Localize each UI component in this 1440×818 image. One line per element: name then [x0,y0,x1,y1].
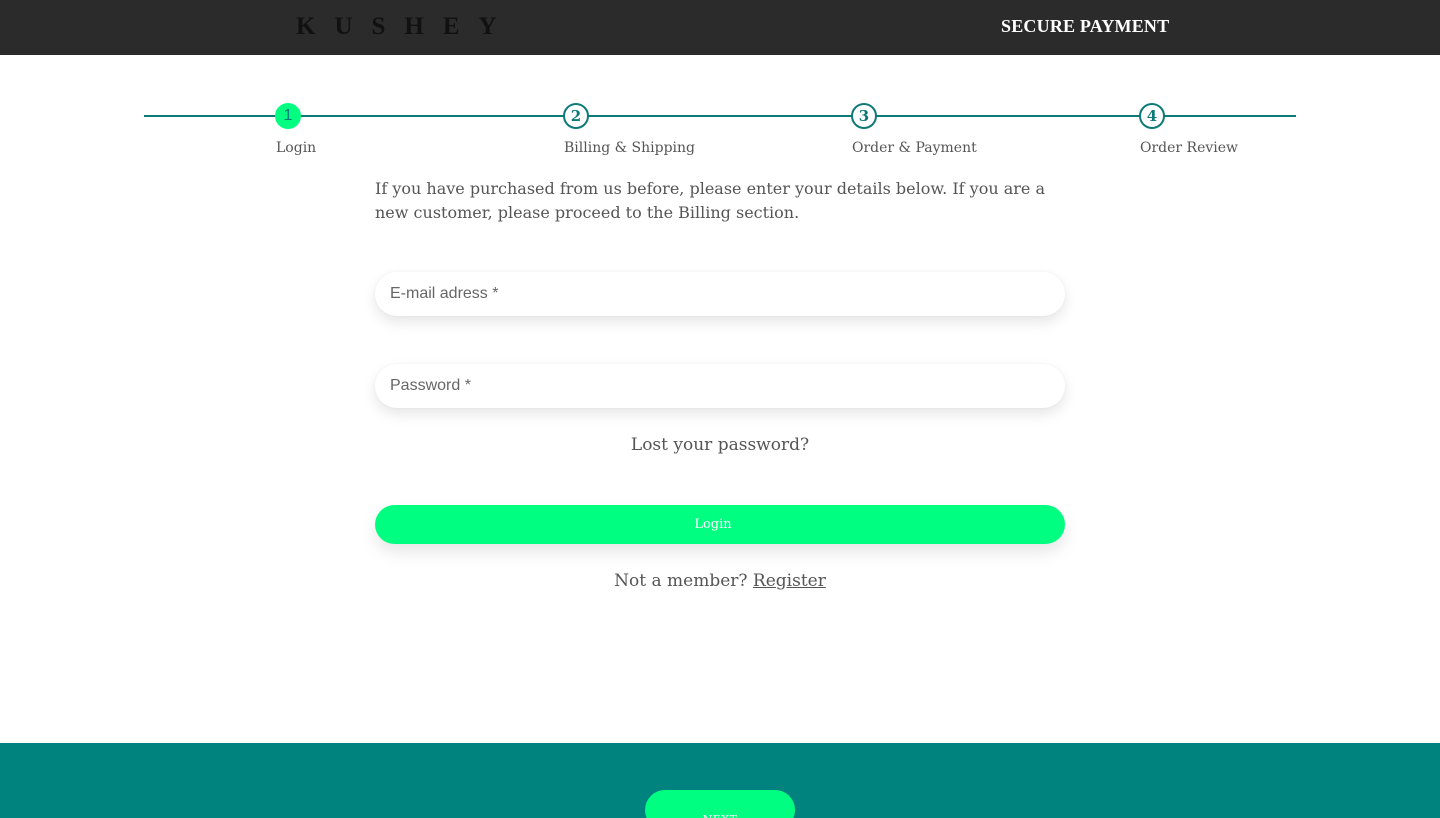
step-1-label[interactable]: Login [276,139,316,157]
progress-line [144,115,1296,117]
register-prompt: Not a member? Register [0,570,1440,592]
lost-password-row: Lost your password? [0,434,1440,456]
brand-logo[interactable]: KUSHEY [296,12,516,42]
top-header: KUSHEY SECURE PAYMENT [0,0,1440,55]
step-2-label[interactable]: Billing & Shipping [564,139,695,157]
login-intro-text: If you have purchased from us before, pl… [375,179,1046,222]
email-field[interactable] [375,272,1065,316]
step-4-label[interactable]: Order Review [1140,139,1238,157]
secure-payment-label: SECURE PAYMENT [1001,16,1170,36]
not-member-text: Not a member? [614,571,748,591]
password-field[interactable] [375,364,1065,408]
login-button[interactable]: Login [375,505,1065,544]
register-link[interactable]: Register [753,571,826,591]
next-button[interactable]: NEXT [645,790,795,818]
lost-password-link[interactable]: Lost your password? [631,435,809,455]
step-1-indicator[interactable]: 1 [275,103,301,129]
step-3-label[interactable]: Order & Payment [852,139,977,157]
footer-bar: NEXT [0,743,1440,818]
step-2-indicator[interactable]: 2 [563,103,589,129]
step-3-indicator[interactable]: 3 [851,103,877,129]
step-4-indicator[interactable]: 4 [1139,103,1165,129]
